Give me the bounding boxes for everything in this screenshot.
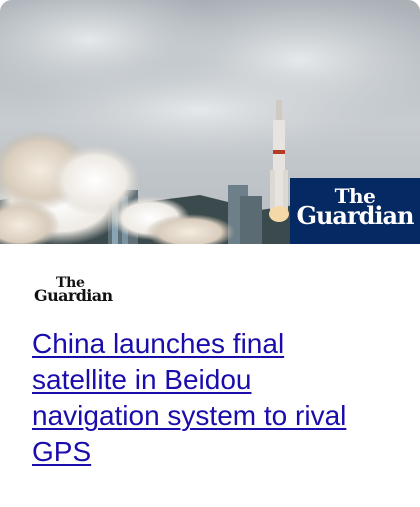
article-headline-link[interactable]: China launches final satellite in Beidou…	[32, 326, 372, 470]
logo-guardian-text: Guardian	[296, 201, 414, 230]
news-card[interactable]: The Guardian The Guardian China launches…	[0, 0, 420, 507]
guardian-logo-badge: The Guardian	[290, 178, 420, 244]
publisher-guardian-text: Guardian	[34, 286, 113, 305]
article-thumbnail[interactable]: The Guardian	[0, 0, 420, 244]
publisher-logo: The Guardian	[34, 276, 144, 310]
